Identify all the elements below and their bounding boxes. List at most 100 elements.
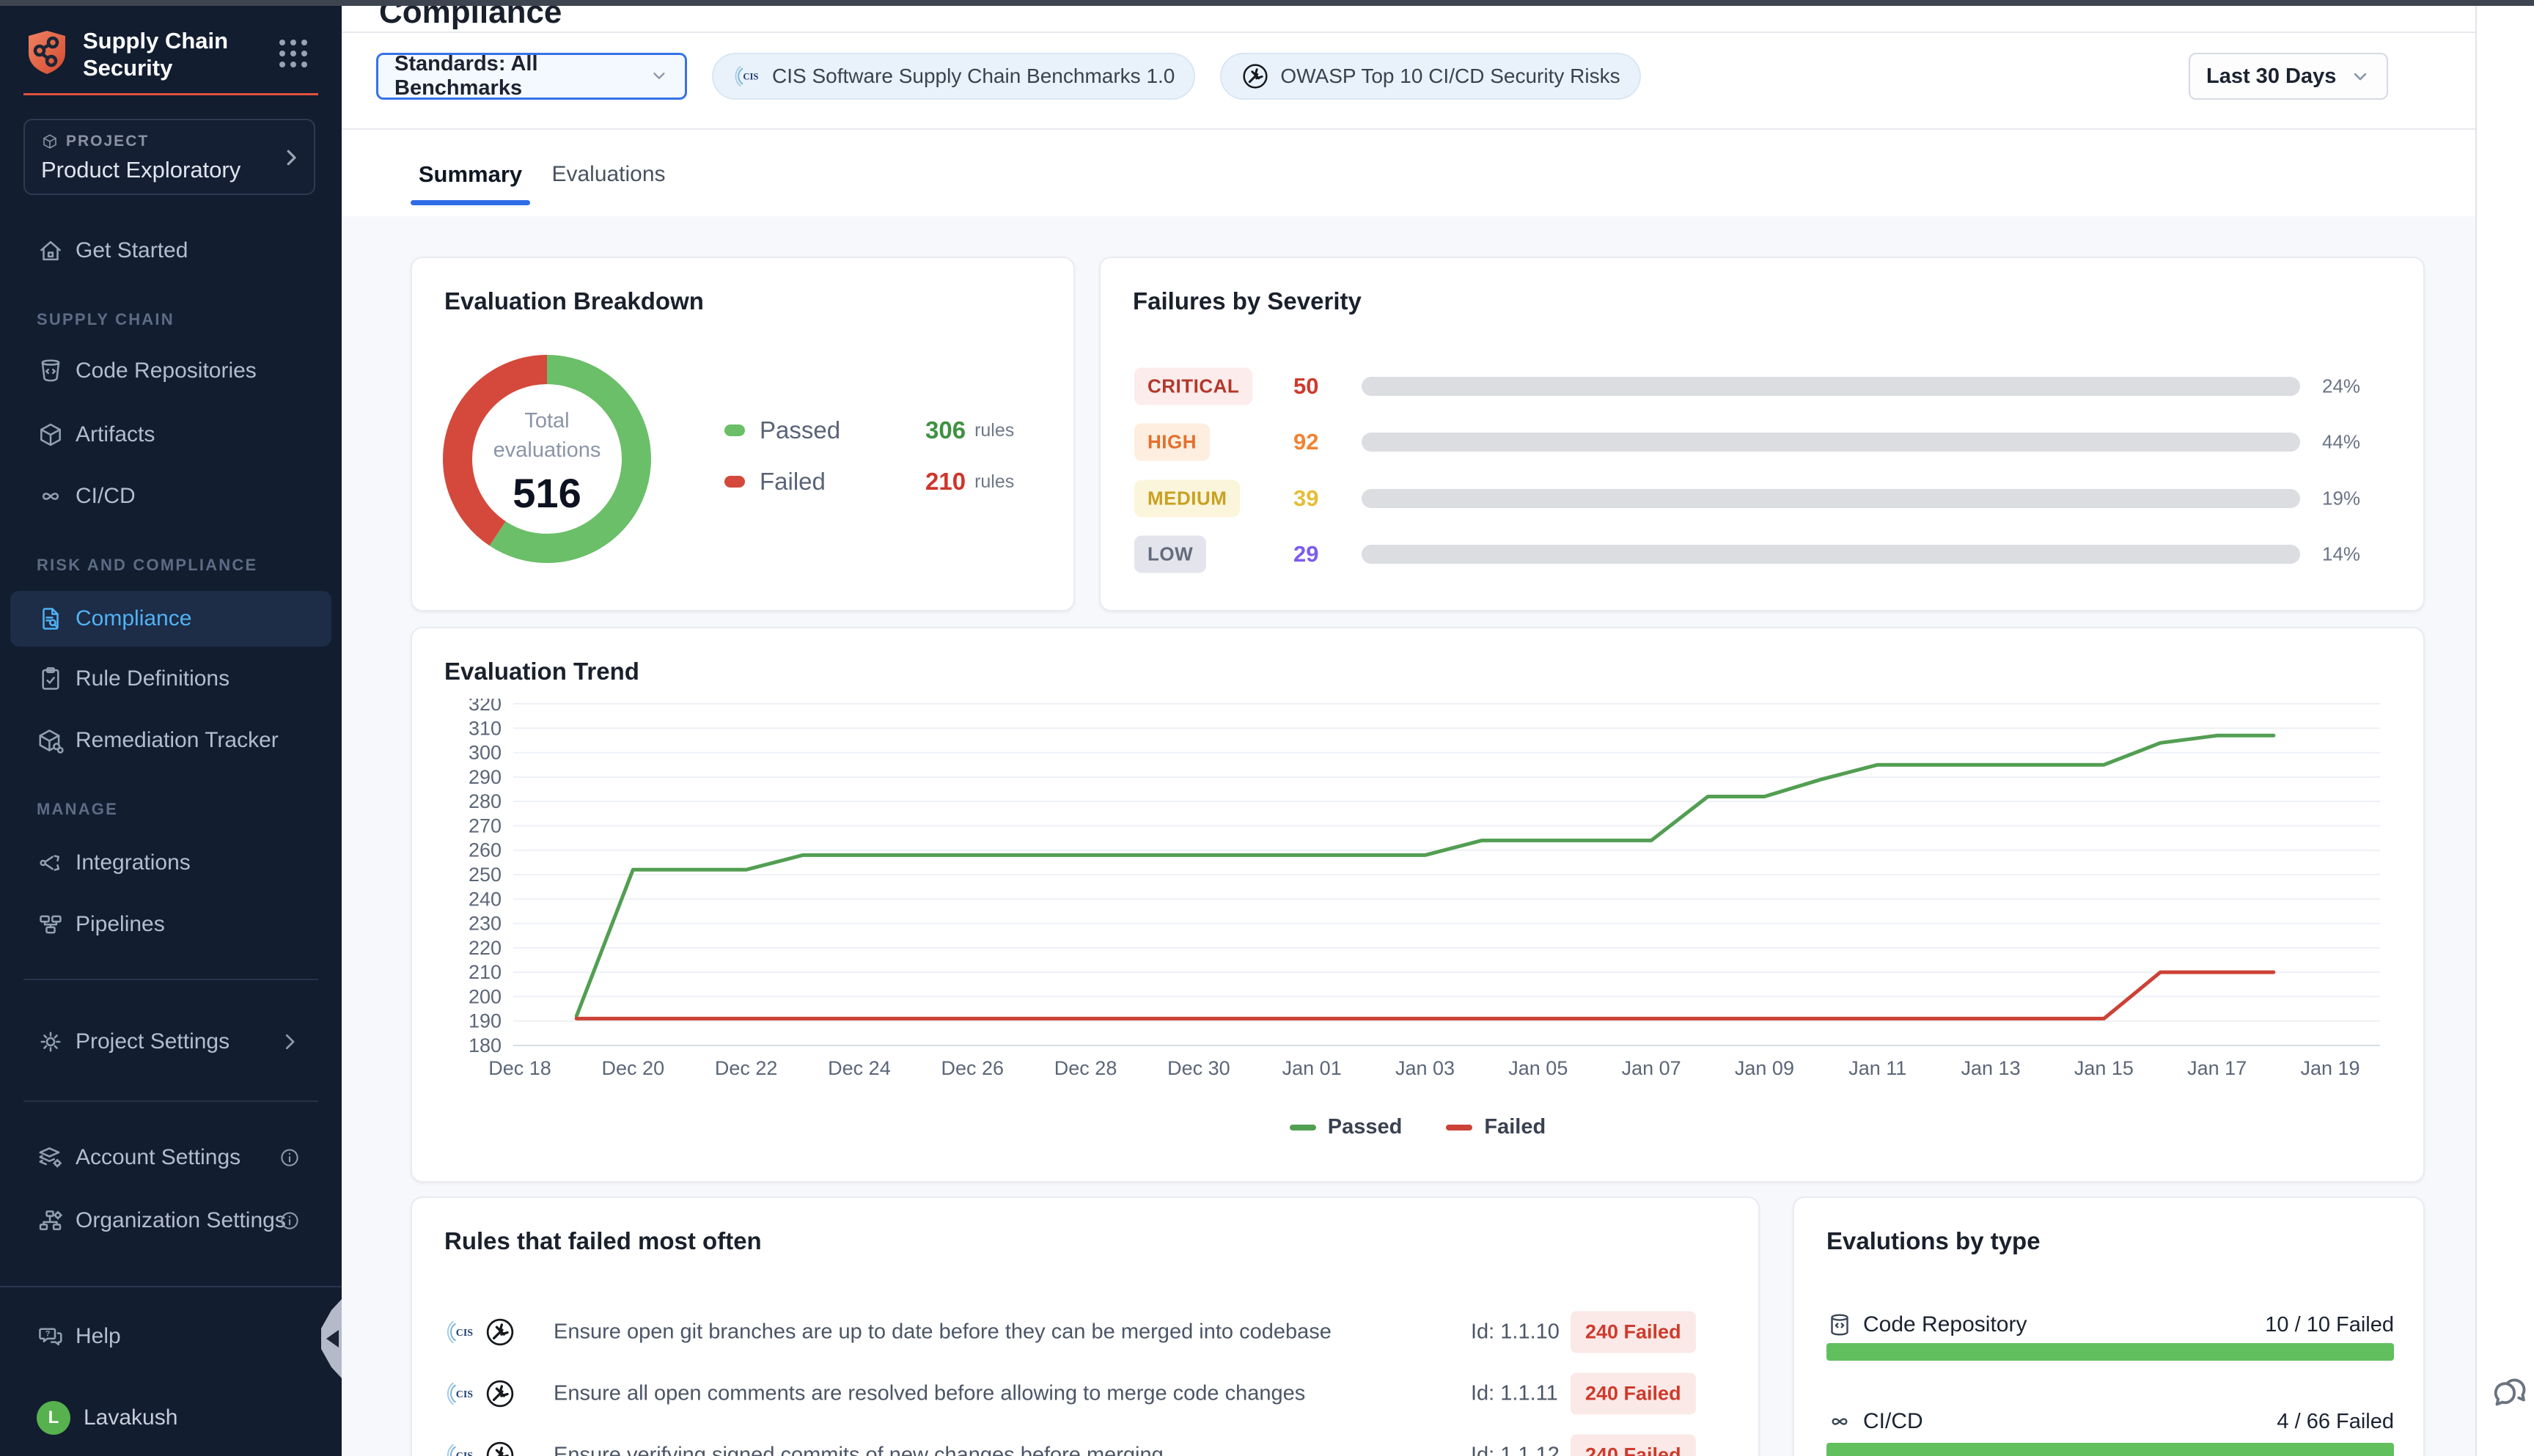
chip-cis-benchmark[interactable]: CIS CIS Software Supply Chain Benchmarks… xyxy=(712,53,1195,100)
svg-text:Jan 07: Jan 07 xyxy=(1622,1057,1681,1079)
svg-text:CIS: CIS xyxy=(456,1328,473,1339)
project-name: Product Exploratory xyxy=(41,157,240,183)
sidebar-item-code-repositories[interactable]: Code Repositories xyxy=(10,351,331,391)
box-link-icon xyxy=(37,727,65,754)
passed-count: 306 xyxy=(925,416,966,444)
cis-logo-icon: CIS xyxy=(732,62,762,91)
sidebar-item-label: CI/CD xyxy=(76,484,136,509)
chip-label: CIS Software Supply Chain Benchmarks 1.0 xyxy=(772,65,1175,88)
sidebar-item-label: Pipelines xyxy=(76,912,165,937)
sidebar-item-compliance[interactable]: Compliance xyxy=(10,591,331,647)
user-name: Lavakush xyxy=(84,1405,177,1430)
svg-text:Dec 18: Dec 18 xyxy=(488,1057,551,1079)
svg-text:Jan 11: Jan 11 xyxy=(1848,1057,1906,1079)
svg-text:320: 320 xyxy=(469,699,502,715)
chevron-down-icon xyxy=(650,66,669,87)
svg-text:220: 220 xyxy=(469,937,502,959)
type-bar-code-repository xyxy=(1826,1343,2394,1361)
legend-item-failed: Failed xyxy=(1446,1115,1546,1139)
svg-text:300: 300 xyxy=(469,742,502,764)
svg-text:200: 200 xyxy=(469,985,502,1007)
severity-percent: 14% xyxy=(2322,543,2360,566)
sidebar-item-project-settings[interactable]: Project Settings xyxy=(10,1022,331,1062)
sidebar-item-account-settings[interactable]: Account Settings xyxy=(10,1138,331,1177)
severity-row-low: LOW 29 14% xyxy=(1101,526,2423,582)
svg-text:180: 180 xyxy=(469,1034,502,1056)
svg-text:Jan 03: Jan 03 xyxy=(1395,1057,1455,1079)
rule-standard-icons: CIS xyxy=(444,1316,516,1348)
svg-text:Dec 22: Dec 22 xyxy=(715,1057,778,1079)
chip-owasp[interactable]: OWASP Top 10 CI/CD Security Risks xyxy=(1220,53,1640,100)
card-title: Rules that failed most often xyxy=(444,1227,762,1255)
type-bar-cicd xyxy=(1826,1443,2394,1456)
sidebar-item-artifacts[interactable]: Artifacts xyxy=(10,415,331,455)
cis-logo-icon: CIS xyxy=(444,1439,477,1456)
help-chat-icon: ? xyxy=(37,1323,65,1350)
svg-text:CIS: CIS xyxy=(743,72,758,82)
legend-item-passed: Passed 306 rules xyxy=(724,416,1014,445)
rule-id: Id: 1.1.11 xyxy=(1471,1382,1558,1406)
sidebar-item-label: Project Settings xyxy=(76,1029,229,1054)
svg-text:250: 250 xyxy=(469,864,502,886)
sidebar-item-label: Get Started xyxy=(76,238,188,263)
sidebar-item-label: Code Repositories xyxy=(76,359,257,383)
rule-row[interactable]: CIS Ensure all open comments are resolve… xyxy=(444,1363,1729,1424)
donut-center-label: Total evaluations 516 xyxy=(437,406,657,517)
svg-text:Jan 01: Jan 01 xyxy=(1282,1057,1342,1079)
sidebar-item-label: Rule Definitions xyxy=(76,666,229,691)
svg-text:290: 290 xyxy=(469,766,502,788)
chevron-down-icon xyxy=(2350,66,2370,87)
date-range-value: Last 30 Days xyxy=(2206,65,2336,89)
sidebar-item-get-started[interactable]: Get Started xyxy=(10,231,331,271)
svg-text:230: 230 xyxy=(469,913,502,935)
sidebar-item-help[interactable]: ? Help xyxy=(10,1317,331,1356)
sidebar-item-cicd[interactable]: CI/CD xyxy=(10,477,331,516)
rule-failed-badge: 240 Failed xyxy=(1571,1312,1696,1353)
main-area: Compliance Standards: All Benchmarks CIS… xyxy=(342,6,2475,1456)
chip-label: OWASP Top 10 CI/CD Security Risks xyxy=(1280,65,1620,88)
date-range-dropdown[interactable]: Last 30 Days xyxy=(2189,53,2388,100)
rule-row[interactable]: CIS Ensure verifying signed commits of n… xyxy=(444,1424,1729,1456)
sidebar: Supply ChainSecurity PROJECT Product Exp… xyxy=(0,6,342,1456)
rule-text: Ensure open git branches are up to date … xyxy=(554,1320,1332,1345)
sidebar-item-label: Account Settings xyxy=(76,1145,240,1170)
rule-row[interactable]: CIS Ensure open git branches are up to d… xyxy=(444,1301,1729,1363)
pipelines-icon xyxy=(37,911,65,938)
severity-bar xyxy=(1362,545,2300,564)
rule-text: Ensure all open comments are resolved be… xyxy=(554,1382,1305,1406)
tab-evaluations[interactable]: Evaluations xyxy=(553,157,664,192)
card-title: Evalutions by type xyxy=(1826,1227,2041,1255)
header-divider xyxy=(342,32,2475,33)
tab-summary[interactable]: Summary xyxy=(411,157,530,192)
sidebar-user[interactable]: L Lavakush xyxy=(10,1396,331,1440)
legend-item-failed: Failed 210 rules xyxy=(724,467,1014,496)
standards-dropdown[interactable]: Standards: All Benchmarks xyxy=(376,53,687,100)
active-tab-underline xyxy=(411,200,530,205)
sidebar-item-organization-settings[interactable]: Organization Settings xyxy=(10,1201,331,1240)
svg-text:Jan 05: Jan 05 xyxy=(1508,1057,1568,1079)
evaluation-donut-chart: Total evaluations 516 xyxy=(437,349,657,569)
svg-text:190: 190 xyxy=(469,1010,502,1032)
svg-text:Dec 24: Dec 24 xyxy=(828,1057,891,1079)
rules-failed-card: Rules that failed most often CIS Ensure … xyxy=(411,1196,1760,1456)
standards-dropdown-value: Standards: All Benchmarks xyxy=(394,52,650,100)
sidebar-item-remediation-tracker[interactable]: Remediation Tracker xyxy=(10,721,331,760)
sidebar-item-integrations[interactable]: Integrations xyxy=(10,843,331,883)
svg-text:Dec 30: Dec 30 xyxy=(1167,1057,1230,1079)
sidebar-item-pipelines[interactable]: Pipelines xyxy=(10,905,331,944)
page-title: Compliance xyxy=(379,6,562,31)
sidebar-item-rule-definitions[interactable]: Rule Definitions xyxy=(10,659,331,699)
chat-widget-icon[interactable] xyxy=(2490,1371,2534,1416)
clipboard-check-icon xyxy=(37,665,65,693)
type-label: CI/CD xyxy=(1863,1409,1923,1434)
sidebar-section-risk-and-compliance: RISK AND COMPLIANCE xyxy=(37,556,257,578)
svg-text:CIS: CIS xyxy=(456,1451,473,1456)
severity-bar xyxy=(1362,377,2300,396)
sidebar-section-supply-chain: SUPPLY CHAIN xyxy=(37,310,175,332)
cube-icon xyxy=(37,421,65,449)
svg-text:Dec 20: Dec 20 xyxy=(602,1057,665,1079)
apps-grid-icon[interactable] xyxy=(277,37,309,70)
window-top-bar xyxy=(0,0,2534,6)
project-selector[interactable]: PROJECT Product Exploratory xyxy=(23,119,315,195)
svg-text:?: ? xyxy=(45,1330,51,1339)
